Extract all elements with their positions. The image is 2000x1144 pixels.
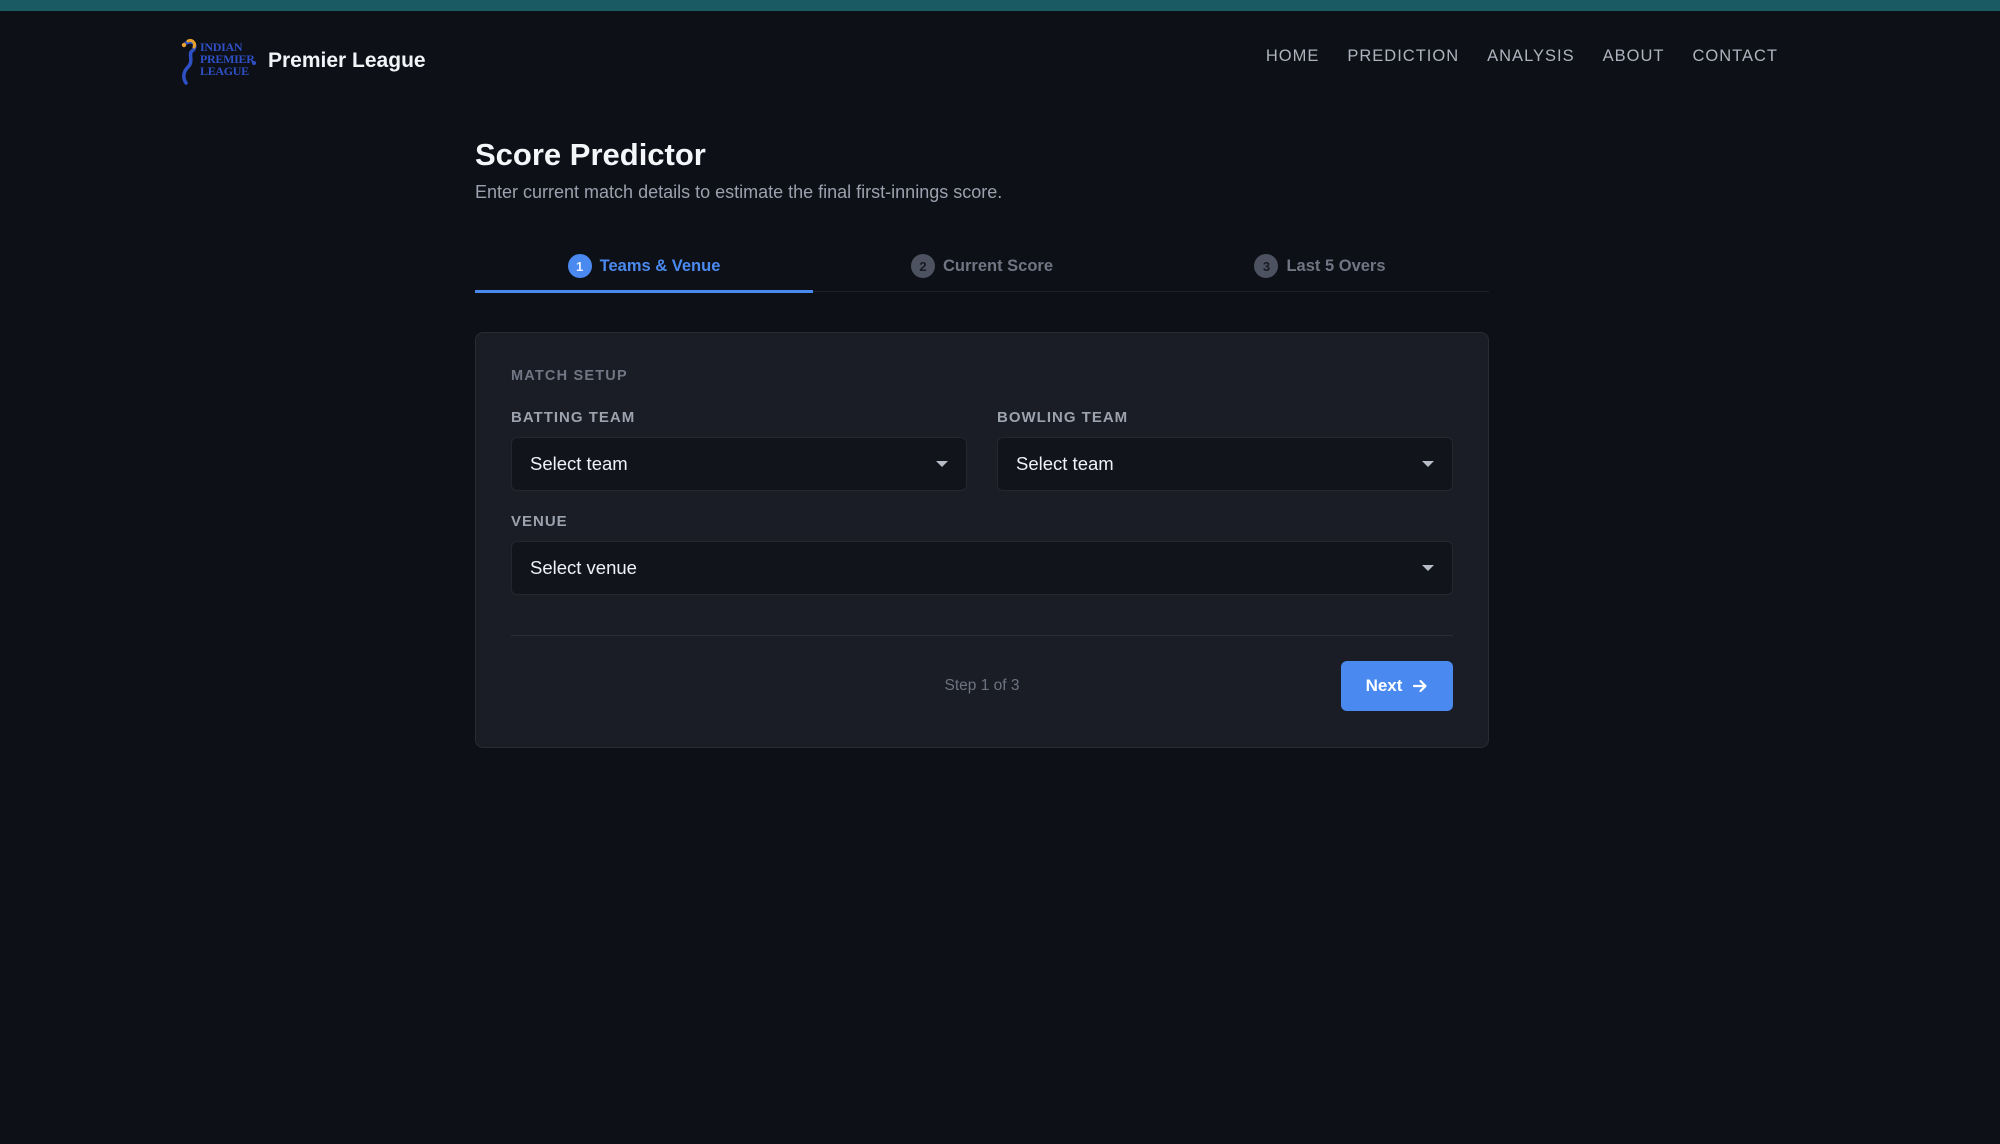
nav-analysis[interactable]: ANALYSIS (1487, 47, 1574, 66)
tab-label: Teams & Venue (599, 256, 721, 275)
tab-number-badge: 3 (1254, 254, 1279, 278)
nav-home[interactable]: HOME (1266, 47, 1320, 66)
nav-prediction[interactable]: PREDICTION (1347, 47, 1459, 66)
main-content: Score Predictor Enter current match deta… (475, 130, 1489, 748)
select-value: Select venue (530, 557, 637, 578)
tab-number-badge: 2 (910, 254, 935, 278)
ipl-logo-icon: INDIAN PREMIER LEAGUE (172, 37, 258, 85)
nav-contact[interactable]: CONTACT (1692, 47, 1778, 66)
page-subtitle: Enter current match details to estimate … (475, 182, 1003, 202)
page-title: Score Predictor (475, 137, 706, 172)
venue-label: VENUE (511, 513, 568, 530)
logo-line: LEAGUE (200, 64, 249, 78)
tab-teams-venue[interactable]: 1 Teams & Venue (475, 241, 813, 293)
batting-team-label: BATTING TEAM (511, 409, 636, 426)
batting-team-field: BATTING TEAM Select team (511, 409, 967, 491)
caret-down-icon (1422, 461, 1434, 467)
next-button[interactable]: Next (1341, 661, 1453, 711)
next-button-label: Next (1365, 676, 1403, 695)
teams-row: BATTING TEAM Select team BOWLING TEAM Se… (511, 409, 1453, 491)
nav-about[interactable]: ABOUT (1603, 47, 1665, 66)
arrow-right-icon (1413, 679, 1428, 693)
caret-down-icon (1422, 565, 1434, 571)
step-indicator: Step 1 of 3 (944, 677, 1020, 694)
top-accent-bar (0, 0, 2000, 11)
match-setup-card: MATCH SETUP BATTING TEAM Select team BOW… (475, 332, 1489, 748)
bowling-team-field: BOWLING TEAM Select team (997, 409, 1453, 491)
brand[interactable]: INDIAN PREMIER LEAGUE Premier League (172, 37, 426, 85)
section-label: MATCH SETUP (511, 368, 628, 384)
select-value: Select team (530, 453, 628, 474)
step-tabs: 1 Teams & Venue 2 Current Score 3 Last 5… (475, 241, 1489, 293)
card-footer: Step 1 of 3 Next (511, 661, 1453, 711)
main-nav: HOME PREDICTION ANALYSIS ABOUT CONTACT (1266, 47, 1778, 66)
caret-down-icon (936, 461, 948, 467)
select-value: Select team (1016, 453, 1114, 474)
bowling-team-label: BOWLING TEAM (997, 409, 1129, 426)
tab-label: Current Score (942, 256, 1054, 275)
card-divider (511, 635, 1453, 636)
bowling-team-select[interactable]: Select team (997, 437, 1453, 491)
tab-current-score[interactable]: 2 Current Score (813, 241, 1151, 291)
site-header: INDIAN PREMIER LEAGUE Premier League HOM… (0, 11, 2000, 103)
tab-number-badge: 1 (567, 254, 592, 278)
venue-field: VENUE Select venue (511, 513, 1453, 595)
brand-name: Premier League (268, 49, 426, 72)
venue-select[interactable]: Select venue (511, 541, 1453, 595)
tab-label: Last 5 Overs (1286, 256, 1386, 275)
logo-wordmark: INDIAN PREMIER LEAGUE (200, 41, 260, 77)
tab-last-5-overs[interactable]: 3 Last 5 Overs (1151, 241, 1489, 291)
batting-team-select[interactable]: Select team (511, 437, 967, 491)
